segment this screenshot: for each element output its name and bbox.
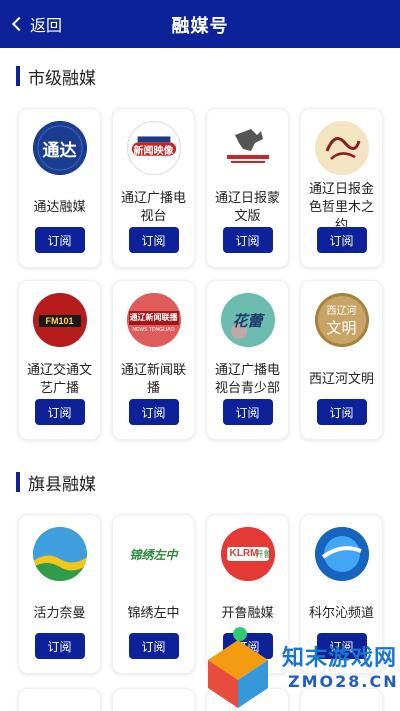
- section-heading: 旗县融媒: [28, 474, 96, 494]
- calligraphy-logo-icon: [314, 121, 369, 175]
- media-name: 活力奈曼: [33, 605, 86, 620]
- media-card[interactable]: 通辽日报蒙文版 订阅: [206, 108, 289, 268]
- watermark-logo-icon: [208, 627, 268, 708]
- media-card[interactable]: 通辽日报金色哲里木之约 订阅: [300, 108, 383, 268]
- klrm-logo-icon: KLRM 开鲁: [220, 527, 275, 581]
- section-marker: [16, 472, 20, 492]
- media-card[interactable]: 通辽新闻联播 NEWS TONGLIAO 通辽新闻联播 订阅: [112, 280, 195, 440]
- media-name: 通辽日报蒙文版: [214, 190, 280, 223]
- news-image-logo-icon: 新闻映像: [126, 121, 181, 175]
- media-card[interactable]: 活力奈曼 订阅: [18, 514, 101, 674]
- jinxiu-logo-icon: 锦绣左中: [126, 527, 181, 581]
- media-card[interactable]: FM101 通辽交通文艺广播 订阅: [18, 280, 101, 440]
- horse-logo-icon: [220, 121, 275, 175]
- subscribe-button[interactable]: 订阅: [34, 399, 85, 425]
- subscribe-button[interactable]: 订阅: [34, 227, 85, 253]
- top-app-bar: 返回 融媒号: [0, 0, 400, 48]
- flower-bud-logo-icon: 花蕾: [220, 293, 275, 347]
- media-name: 通辽新闻联播: [120, 362, 186, 395]
- news-broadcast-logo-icon: 通辽新闻联播 NEWS TONGLIAO: [126, 293, 181, 347]
- section-title-county: 旗县融媒: [16, 470, 96, 494]
- media-card[interactable]: 通达 通达融媒 订阅: [18, 108, 101, 268]
- subscribe-button[interactable]: 订阅: [34, 633, 85, 659]
- section-heading: 市级融媒: [28, 68, 96, 88]
- media-card[interactable]: 花蕾 通辽广播电视台青少部 订阅: [206, 280, 289, 440]
- xiliaohe-logo-icon: 西辽河 文明: [314, 293, 369, 347]
- media-name: 通辽日报金色哲里木之约: [308, 181, 374, 232]
- media-card[interactable]: 西辽河 文明 西辽河文明 订阅: [300, 280, 383, 440]
- media-name: 锦绣左中: [127, 605, 180, 620]
- subscribe-button[interactable]: 订阅: [128, 227, 179, 253]
- subscribe-button[interactable]: 订阅: [128, 633, 179, 659]
- watermark: 知末游戏网 ZMO28.CN: [198, 620, 400, 711]
- tongda-logo-icon: 通达: [32, 121, 87, 175]
- section-title-city: 市级融媒: [16, 64, 96, 88]
- media-card[interactable]: 新闻映像 通辽广播电视台 订阅: [112, 108, 195, 268]
- media-name: 西辽河文明: [308, 371, 374, 386]
- subscribe-button[interactable]: 订阅: [316, 227, 367, 253]
- subscribe-button[interactable]: 订阅: [128, 399, 179, 425]
- media-card-partial[interactable]: [18, 688, 101, 711]
- media-name: 通辽广播电视台青少部: [214, 362, 280, 395]
- media-card-partial[interactable]: [112, 688, 195, 711]
- swirl-globe-logo-icon: [314, 527, 369, 581]
- landscape-logo-icon: [32, 527, 87, 581]
- media-card[interactable]: 锦绣左中 锦绣左中 订阅: [112, 514, 195, 674]
- media-name: 通辽交通文艺广播: [26, 362, 92, 395]
- media-name: 通辽广播电视台: [120, 190, 186, 223]
- subscribe-button[interactable]: 订阅: [222, 399, 273, 425]
- media-name: 通达融媒: [33, 199, 86, 214]
- city-media-grid: 通达 通达融媒 订阅 新闻映像 通辽广播电视台 订阅 通辽日报蒙文版 订阅 通辽…: [18, 108, 384, 440]
- subscribe-button[interactable]: 订阅: [316, 399, 367, 425]
- subscribe-button[interactable]: 订阅: [222, 227, 273, 253]
- radio-fm-logo-icon: FM101: [32, 293, 87, 347]
- section-marker: [16, 66, 20, 86]
- page-title: 融媒号: [171, 16, 229, 36]
